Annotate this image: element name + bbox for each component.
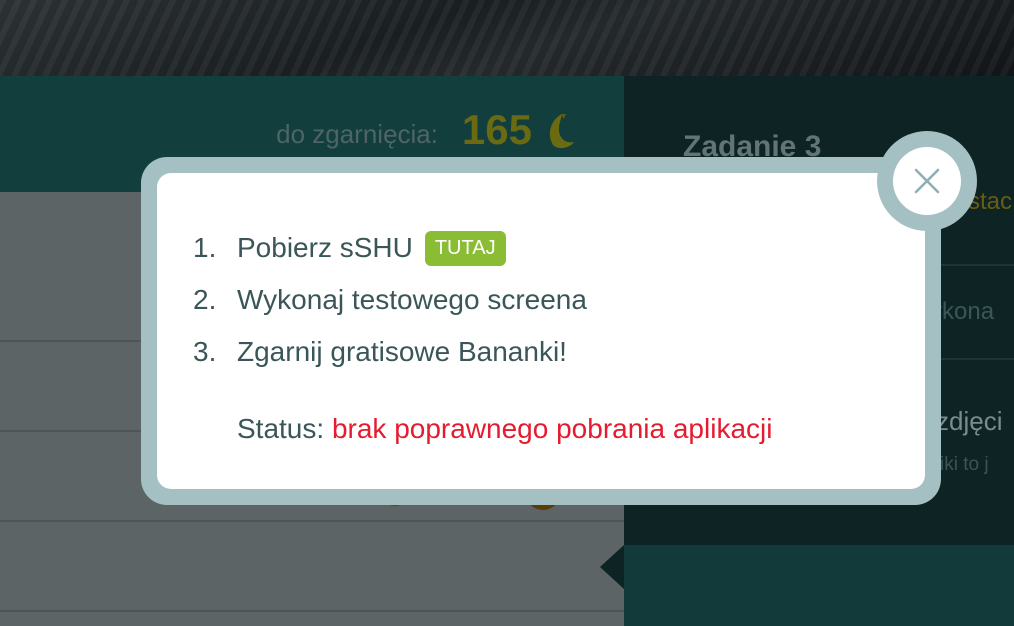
close-button[interactable] xyxy=(893,147,961,215)
status-label: Status: xyxy=(237,413,325,444)
step-number: 1. xyxy=(193,232,217,263)
reward-amount: 165 xyxy=(461,106,532,153)
step-number: 2. xyxy=(193,284,217,315)
step-item: 1. Pobierz sSHU TUTAJ xyxy=(193,222,587,274)
step-number: 3. xyxy=(193,336,217,367)
step-item: 3. Zgarnij gratisowe Bananki! xyxy=(193,326,587,378)
steps-list: 1. Pobierz sSHU TUTAJ 2. Wykonaj testowe… xyxy=(193,222,587,378)
step-text: Wykonaj testowego screena xyxy=(237,284,587,315)
side-text-fragment: zdjęci xyxy=(936,406,1003,436)
step-text: Pobierz sSHU xyxy=(237,232,413,263)
step-item: 2. Wykonaj testowego screena xyxy=(193,274,587,326)
banana-icon xyxy=(549,114,574,149)
side-text-fragment: iki to j xyxy=(940,454,989,475)
download-link-button[interactable]: TUTAJ xyxy=(424,230,506,266)
reward-label: do zgarnięcia: xyxy=(276,119,438,149)
side-panel-pointer xyxy=(600,545,624,589)
side-panel-footer xyxy=(624,545,1014,626)
task-row[interactable] xyxy=(0,522,624,612)
close-icon xyxy=(914,168,940,194)
status-line: Status: brak poprawnego pobrania aplikac… xyxy=(237,413,772,445)
header-photo xyxy=(0,0,1014,76)
step-text: Zgarnij gratisowe Bananki! xyxy=(237,336,567,367)
status-value: brak poprawnego pobrania aplikacji xyxy=(331,413,773,444)
